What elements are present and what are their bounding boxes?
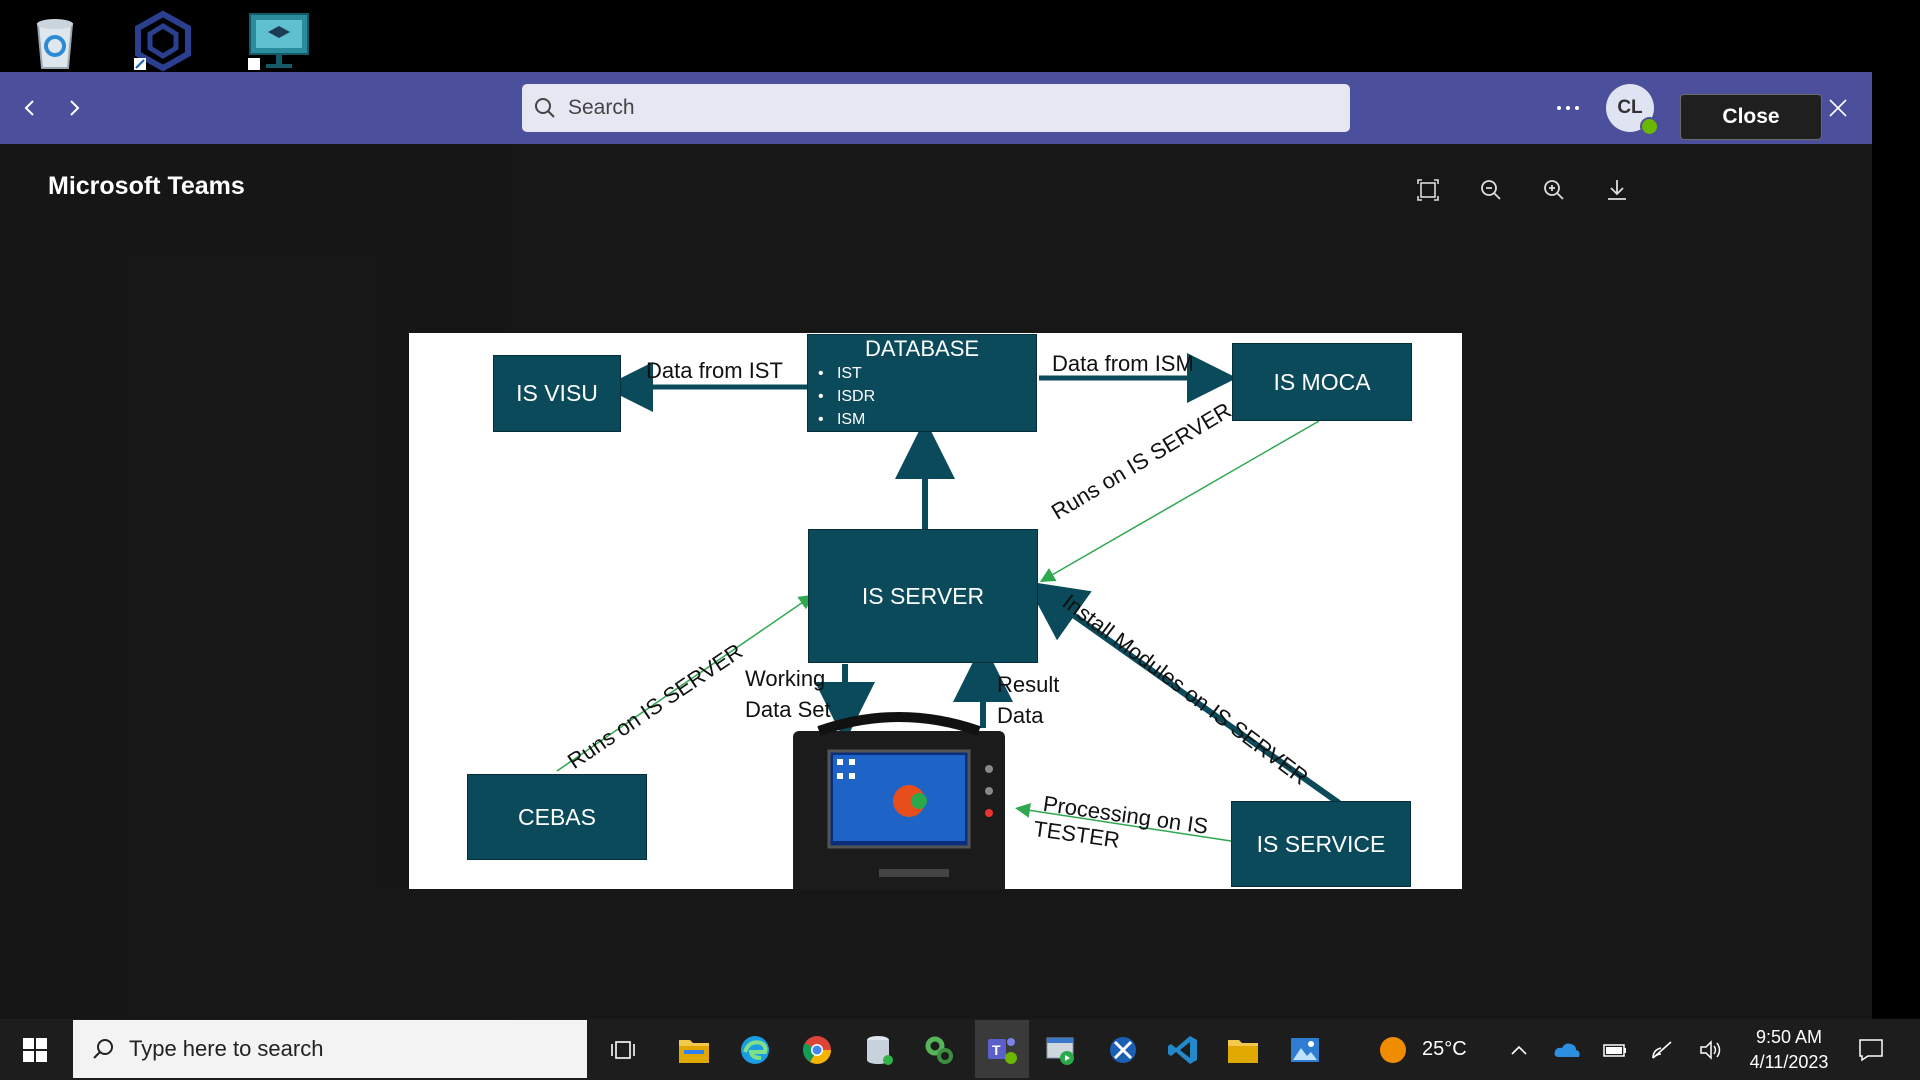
label-result-data: Result Data [997,672,1060,728]
database-app-icon[interactable] [856,1027,902,1073]
database-title: DATABASE [864,336,980,361]
is-moca-box: IS MOCA [1232,343,1412,421]
is-server-box: IS SERVER [808,529,1038,663]
database-item: • ISM [818,411,866,428]
notifications-icon[interactable] [1848,1027,1894,1073]
wifi-icon[interactable] [1640,1027,1686,1073]
file-explorer-icon[interactable] [671,1027,717,1073]
start-button[interactable] [12,1027,58,1073]
search-icon [91,1037,115,1061]
diagram-image: DATABASE • IST • ISDR • ISM IS VISU IS M… [409,333,1462,889]
close-window-button[interactable] [1818,88,1858,128]
task-view-icon[interactable] [601,1027,647,1073]
desktop [0,0,1920,72]
search-box[interactable]: Search [522,84,1350,132]
label-data-from-ism: Data from ISM [1052,351,1194,376]
database-box: DATABASE • IST • ISDR • ISM [807,334,1037,432]
training-shortcut-icon[interactable] [248,10,310,72]
teams-taskbar-icon[interactable]: T [975,1020,1029,1078]
zoom-in-button[interactable] [1534,170,1574,210]
database-item-list: • IST • ISDR • ISM [818,362,875,431]
back-button[interactable] [16,94,44,122]
database-item: • ISDR [818,388,876,405]
app-shortcut-icon[interactable] [132,10,194,72]
weather-temperature[interactable]: 25°C [1422,1038,1467,1061]
media-app-icon[interactable] [1038,1027,1084,1073]
onedrive-icon[interactable] [1544,1027,1590,1073]
title-bar: Search CL [0,72,1872,144]
taskbar-search-placeholder: Type here to search [129,1036,324,1061]
recycle-bin-icon[interactable] [24,10,86,72]
svg-text:T: T [992,1042,1001,1058]
tester-device-picture [793,712,1005,889]
is-service-box: IS SERVICE [1231,801,1411,887]
tool-app-icon[interactable] [1100,1027,1146,1073]
zoom-out-button[interactable] [1471,170,1511,210]
label-data-from-ist: Data from IST [646,358,783,383]
search-placeholder: Search [568,96,635,119]
chrome-icon[interactable] [794,1027,840,1073]
volume-icon[interactable] [1688,1027,1734,1073]
database-item: • IST [818,365,862,382]
weather-sun-icon[interactable] [1370,1027,1416,1073]
clock-time: 9:50 AM [1755,1027,1823,1047]
search-icon [534,97,556,119]
taskbar: Type here to search T 25°C 9:50 AM 4/11/… [0,1019,1920,1080]
viewer-close-button[interactable]: Close [1680,94,1822,140]
fit-to-screen-button[interactable] [1408,170,1448,210]
more-options-button[interactable] [1548,88,1588,128]
is-visu-box: IS VISU [493,355,621,432]
viewer-app-title: Microsoft Teams [48,172,245,200]
chevron-up-icon[interactable] [1496,1027,1542,1073]
presence-available-icon [1640,117,1659,136]
download-button[interactable] [1597,170,1637,210]
photos-icon[interactable] [1282,1027,1328,1073]
label-working-data-set: Working Data Set [745,666,831,722]
clock[interactable]: 9:50 AM 4/11/2023 [1744,1025,1834,1075]
cebas-box: CEBAS [467,774,647,860]
gear-app-icon[interactable] [916,1027,962,1073]
taskbar-search-box[interactable]: Type here to search [73,1020,587,1078]
folder-icon[interactable] [1220,1027,1266,1073]
edge-icon[interactable] [732,1027,778,1073]
battery-icon[interactable] [1592,1027,1638,1073]
forward-button[interactable] [60,94,88,122]
clock-date: 4/11/2023 [1749,1052,1829,1072]
vscode-icon[interactable] [1160,1027,1206,1073]
